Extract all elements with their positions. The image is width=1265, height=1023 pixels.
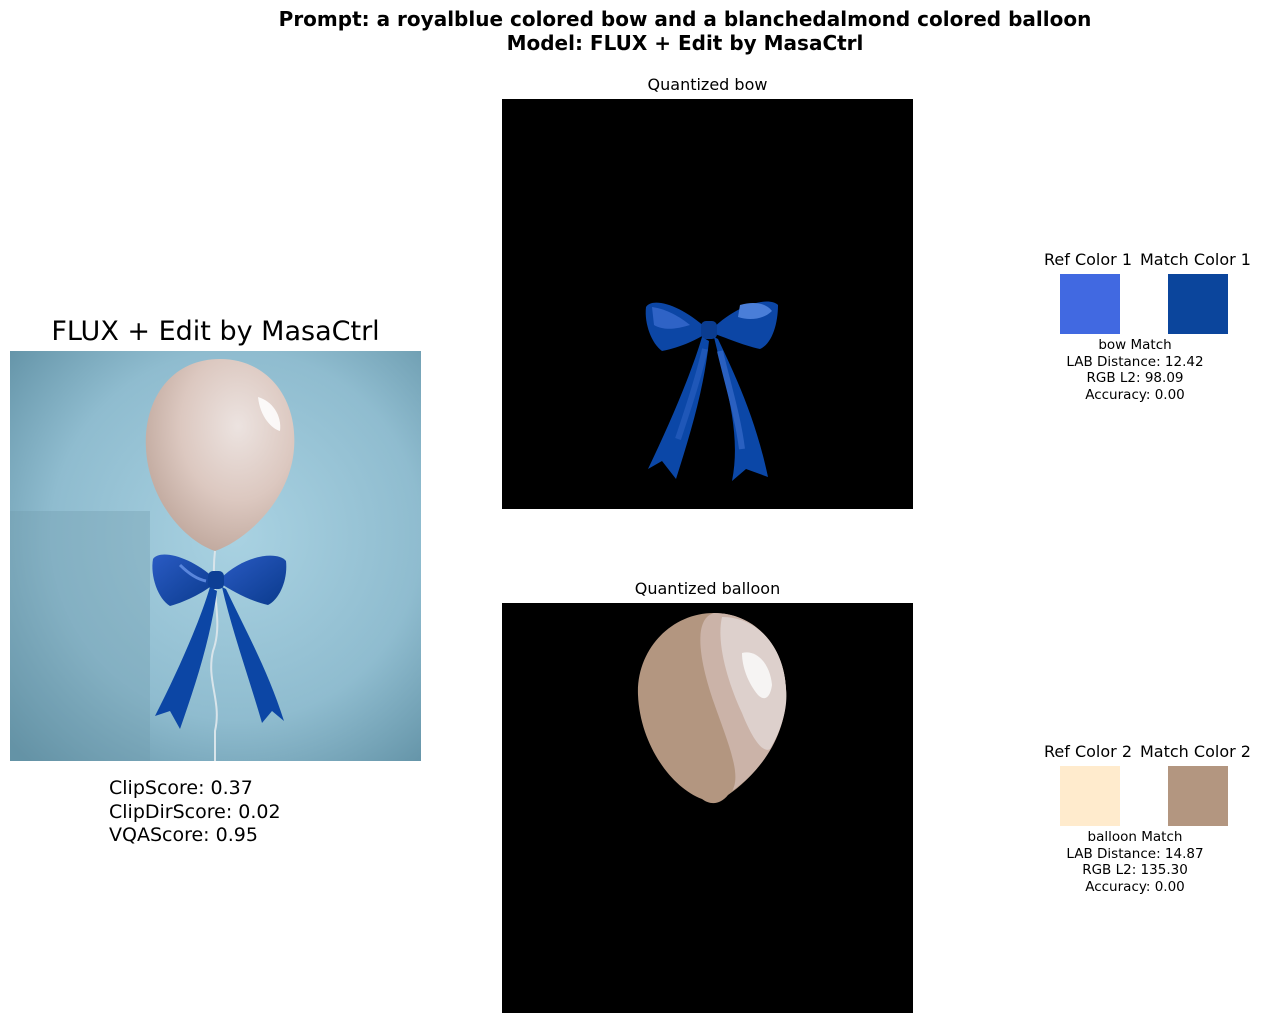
- bow-accuracy: Accuracy: 0.00: [1085, 386, 1185, 403]
- match-color-1-label: Match Color 1: [1140, 250, 1251, 269]
- prompt-line: Prompt: a royalblue colored bow and a bl…: [278, 7, 1092, 31]
- quantized-bow-image: [502, 99, 913, 509]
- balloon-rgb-l2: RGB L2: 135.30: [1082, 862, 1188, 878]
- balloon-match-stats: balloon Match LAB Distance: 14.87 RGB L2…: [1035, 829, 1235, 895]
- match-color-2-label: Match Color 2: [1140, 742, 1251, 761]
- match-color-2-swatch: [1168, 766, 1228, 826]
- quantized-balloon-title: Quantized balloon: [634, 579, 781, 598]
- score-block: ClipScore: 0.37 ClipDirScore: 0.02 VQASc…: [109, 777, 281, 848]
- generated-image: [10, 351, 421, 761]
- bow-match-stats: bow Match LAB Distance: 12.42 RGB L2: 98…: [1035, 337, 1235, 403]
- balloon-match-heading: balloon Match: [1087, 829, 1183, 845]
- vqa-score: VQAScore: 0.95: [109, 824, 258, 846]
- balloon-accuracy: Accuracy: 0.00: [1085, 878, 1185, 895]
- clip-score: ClipScore: 0.37: [109, 777, 253, 799]
- quantized-balloon-image: [502, 603, 913, 1013]
- bow-rgb-l2: RGB L2: 98.09: [1086, 370, 1184, 386]
- generated-image-title: FLUX + Edit by MasaCtrl: [51, 316, 380, 347]
- model-line: Model: FLUX + Edit by MasaCtrl: [506, 31, 864, 55]
- figure-title: Prompt: a royalblue colored bow and a bl…: [0, 7, 1265, 55]
- quantized-bow-title: Quantized bow: [647, 75, 768, 94]
- ref-color-2-swatch: [1060, 766, 1120, 826]
- ref-color-2-label: Ref Color 2: [1044, 742, 1132, 761]
- ref-color-1-swatch: [1060, 274, 1120, 334]
- ref-color-1-label: Ref Color 1: [1044, 250, 1132, 269]
- bow-match-heading: bow Match: [1098, 337, 1172, 353]
- match-color-1-swatch: [1168, 274, 1228, 334]
- bow-lab-distance: LAB Distance: 12.42: [1066, 353, 1204, 370]
- clip-dir-score: ClipDirScore: 0.02: [109, 800, 281, 823]
- balloon-lab-distance: LAB Distance: 14.87: [1066, 845, 1204, 862]
